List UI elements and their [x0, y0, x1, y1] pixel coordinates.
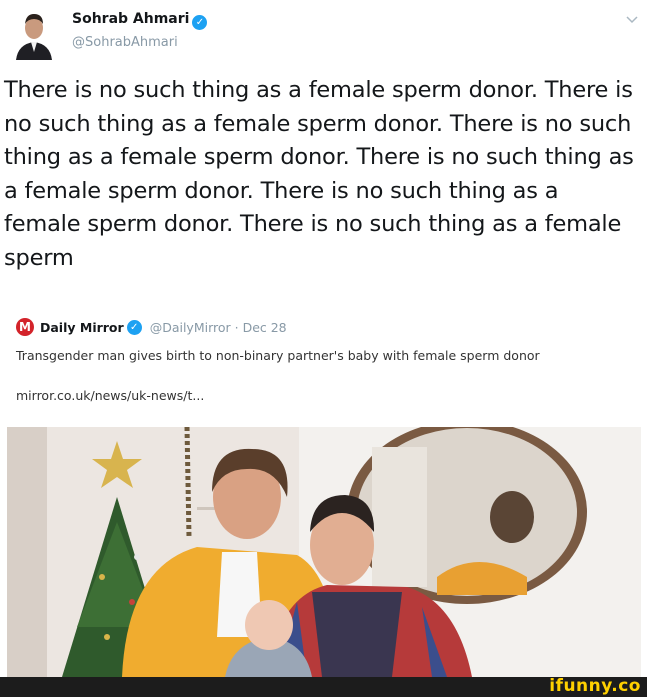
author-display-name[interactable]: Sohrab Ahmari ✓ [72, 11, 208, 30]
verified-badge-icon: ✓ [192, 15, 208, 30]
quoted-source-header[interactable]: M Daily Mirror ✓ @DailyMirror · Dec 28 [16, 318, 287, 336]
article-photo-illustration [7, 427, 641, 677]
chevron-down-icon[interactable] [625, 12, 639, 26]
ifunny-watermark: ifunny.co [549, 676, 641, 696]
avatar[interactable] [12, 8, 56, 60]
quoted-link[interactable]: mirror.co.uk/news/uk-news/t... [16, 388, 204, 403]
author-name-text: Sohrab Ahmari [72, 11, 190, 27]
daily-mirror-logo: M [16, 318, 34, 336]
verified-badge-icon: ✓ [126, 319, 142, 335]
author-handle[interactable]: @SohrabAhmari [72, 35, 178, 50]
quoted-source-name: Daily Mirror [40, 319, 124, 335]
tweet-text: There is no such thing as a female sperm… [4, 77, 634, 271]
quoted-headline[interactable]: Transgender man gives birth to non-binar… [16, 346, 616, 365]
article-photo[interactable] [7, 427, 641, 677]
tweet-card: Sohrab Ahmari ✓ @SohrabAhmari There is no… [0, 0, 647, 677]
quoted-source-meta: @DailyMirror · Dec 28 [149, 319, 287, 335]
